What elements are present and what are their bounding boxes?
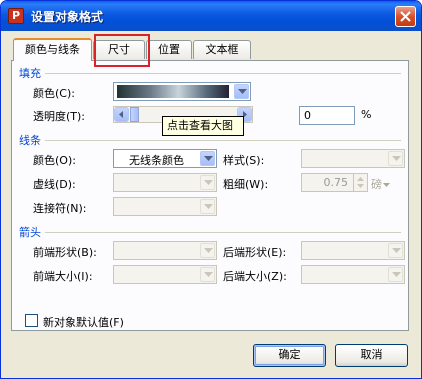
- format-object-dialog: P 设置对象格式 颜色与线条 尺寸 位置 文本框 填充 颜色(C): 点击查看大…: [0, 0, 422, 379]
- arrows-section-title: 箭头: [19, 226, 41, 239]
- default-for-new-objects-checkbox[interactable]: [25, 314, 38, 327]
- chevron-down-icon: [204, 156, 213, 161]
- fill-color-dropdown-arrow[interactable]: [234, 84, 249, 99]
- weight-spinner[interactable]: [353, 173, 368, 192]
- chevron-down-icon: [204, 204, 213, 209]
- spin-arrows-icon: [357, 177, 364, 188]
- close-button[interactable]: [395, 6, 416, 27]
- tab-textbox[interactable]: 文本框: [193, 40, 251, 59]
- chevron-down-icon: [392, 156, 401, 161]
- cancel-button[interactable]: 取消: [335, 344, 408, 367]
- begin-style-dropdown-arrow[interactable]: [200, 243, 215, 258]
- weight-value: 0.75: [323, 176, 349, 189]
- line-color-combo[interactable]: 无线条颜色: [113, 149, 217, 168]
- weight-unit-text: 磅: [371, 178, 382, 191]
- fill-color-label: 颜色(C):: [33, 87, 75, 100]
- highlight-annotation: [94, 34, 150, 67]
- dash-label: 虚线(D):: [33, 178, 76, 191]
- begin-style-combo[interactable]: [113, 241, 217, 260]
- end-style-dropdown-arrow[interactable]: [388, 243, 403, 258]
- transparency-input[interactable]: 0: [299, 106, 355, 125]
- line-style-dropdown-arrow[interactable]: [388, 151, 403, 166]
- line-color-label: 颜色(O):: [33, 154, 76, 167]
- tab-color-and-lines[interactable]: 颜色与线条: [13, 38, 92, 61]
- weight-input[interactable]: 0.75: [301, 173, 355, 192]
- fill-section-title: 填充: [19, 67, 41, 80]
- line-style-label: 样式(S):: [223, 154, 265, 167]
- line-divider: [45, 140, 401, 141]
- chevron-down-icon: [204, 248, 213, 253]
- transparency-value: 0: [304, 109, 311, 122]
- title-bar[interactable]: P 设置对象格式: [1, 1, 421, 31]
- line-section-title: 线条: [19, 134, 41, 147]
- default-for-new-objects-label: 新对象默认值(F): [43, 316, 124, 329]
- weight-label: 粗细(W):: [223, 178, 269, 191]
- dialog-content: 颜色与线条 尺寸 位置 文本框 填充 颜色(C): 点击查看大图 透明度(T):: [5, 31, 417, 375]
- transparency-label: 透明度(T):: [33, 110, 86, 123]
- end-size-dropdown-arrow[interactable]: [388, 267, 403, 282]
- line-color-value: 无线条颜色: [129, 154, 184, 167]
- begin-size-combo[interactable]: [113, 265, 217, 284]
- tab-position[interactable]: 位置: [146, 40, 192, 59]
- dialog-title: 设置对象格式: [31, 10, 104, 24]
- chevron-down-icon: [204, 180, 213, 185]
- end-size-label: 后端大小(Z):: [223, 270, 287, 283]
- connector-dropdown-arrow[interactable]: [200, 199, 215, 214]
- chevron-left-icon: [119, 111, 123, 118]
- line-style-combo[interactable]: [301, 149, 405, 168]
- chevron-down-icon: [392, 272, 401, 277]
- dash-combo[interactable]: [113, 173, 217, 192]
- chevron-down-icon: [204, 272, 213, 277]
- dash-dropdown-arrow[interactable]: [200, 175, 215, 190]
- begin-size-label: 前端大小(I):: [33, 270, 93, 283]
- close-icon: [400, 11, 411, 22]
- slider-left-button[interactable]: [114, 107, 129, 122]
- end-style-label: 后端形状(E):: [223, 246, 287, 259]
- fill-divider: [45, 73, 401, 74]
- chevron-down-icon: [238, 89, 247, 94]
- fill-color-swatch: [117, 85, 229, 98]
- slider-thumb[interactable]: [130, 107, 139, 122]
- app-icon: P: [8, 8, 24, 24]
- line-color-dropdown-arrow[interactable]: [200, 151, 215, 166]
- fill-color-combo[interactable]: [113, 82, 251, 101]
- ok-button[interactable]: 确定: [253, 344, 326, 367]
- begin-style-label: 前端形状(B):: [33, 246, 97, 259]
- begin-size-dropdown-arrow[interactable]: [200, 267, 215, 282]
- transparency-unit: %: [361, 108, 372, 121]
- caret-down-icon: [383, 183, 390, 187]
- connector-combo[interactable]: [113, 197, 217, 216]
- end-style-combo[interactable]: [301, 241, 405, 260]
- end-size-combo[interactable]: [301, 265, 405, 284]
- chevron-down-icon: [392, 248, 401, 253]
- connector-label: 连接符(N):: [33, 202, 87, 215]
- weight-unit: 磅: [371, 176, 390, 192]
- arrows-divider: [45, 232, 401, 233]
- tooltip: 点击查看大图: [162, 116, 244, 136]
